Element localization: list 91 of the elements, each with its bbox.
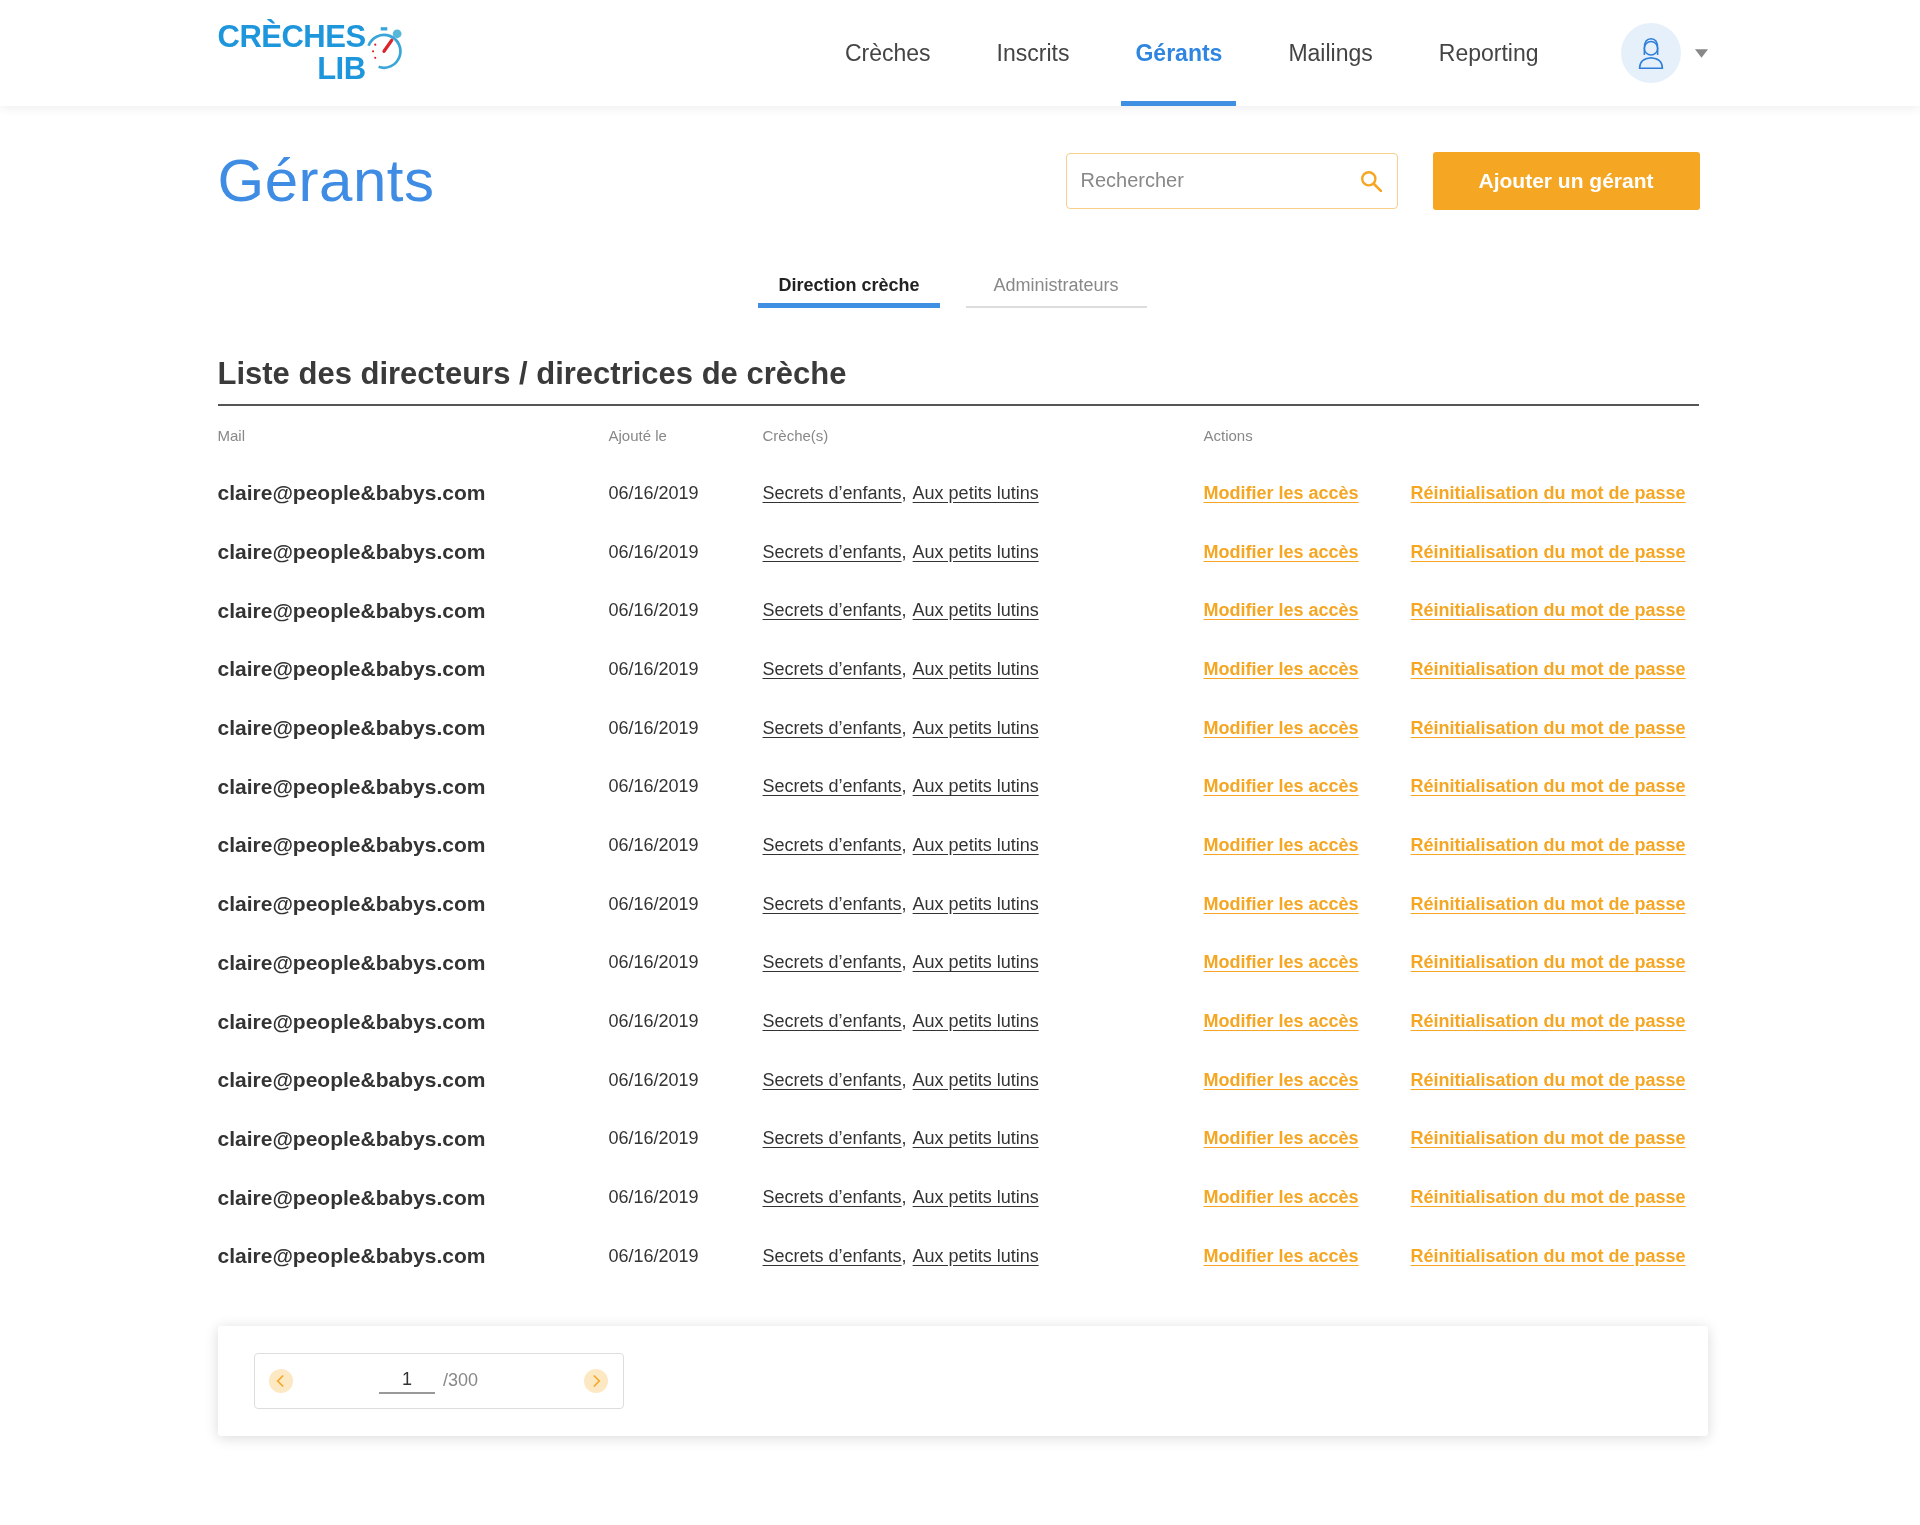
email-cell-text: claire@people&babys.com: [217, 892, 487, 917]
date-cell-text: 06/16/2019: [608, 1011, 700, 1033]
tab[interactable]: Direction crèche: [758, 271, 940, 308]
creche-link[interactable]: Secrets d’enfants: [762, 658, 902, 679]
nav-link[interactable]: Crèches: [830, 0, 945, 106]
separator-text: ,: [901, 717, 907, 738]
date-cell-text: 06/16/2019: [608, 1187, 700, 1209]
creche-link[interactable]: Secrets d’enfants: [762, 541, 902, 562]
tab[interactable]: Administrateurs: [965, 271, 1147, 308]
search-field[interactable]: Rechercher: [1065, 152, 1398, 209]
email-cell-text: claire@people&babys.com: [217, 950, 487, 975]
date-cell-text: 06/16/2019: [608, 482, 700, 504]
date-cell-text: 06/16/2019: [608, 1245, 700, 1267]
column-header: Crèche(s): [762, 426, 830, 444]
email-cell-text: claire@people&babys.com: [217, 598, 487, 623]
nav-link[interactable]: Reporting: [1424, 0, 1553, 106]
creche-link[interactable]: Secrets d’enfants: [762, 1011, 902, 1032]
creche-link[interactable]: Secrets d’enfants: [762, 1245, 902, 1266]
creche-link[interactable]: Secrets d’enfants: [762, 834, 902, 855]
creche-link[interactable]: Aux petits lutins: [912, 541, 1039, 562]
date-cell-text: 06/16/2019: [608, 952, 700, 974]
nav-link[interactable]: Mailings: [1274, 0, 1387, 106]
separator-text: ,: [901, 541, 907, 562]
nav-link[interactable]: Inscrits: [982, 0, 1084, 106]
page-total: /300: [442, 1370, 478, 1392]
separator-text: ,: [901, 1069, 907, 1090]
date-cell-text: 06/16/2019: [608, 1128, 700, 1150]
date-cell-text: 06/16/2019: [608, 893, 700, 915]
creche-link[interactable]: Aux petits lutins: [912, 600, 1039, 621]
email-cell-text: claire@people&babys.com: [217, 657, 487, 682]
separator-text: ,: [901, 482, 907, 503]
nav-link[interactable]: Gérants: [1121, 0, 1237, 106]
email-cell-text: claire@people&babys.com: [217, 481, 487, 506]
separator-text: ,: [901, 658, 907, 679]
creche-link[interactable]: Aux petits lutins: [912, 1069, 1039, 1090]
section-title: Liste des directeurs / directrices de crèche: [217, 356, 1699, 406]
creche-link[interactable]: Secrets d’enfants: [762, 600, 902, 621]
email-cell-text: claire@people&babys.com: [217, 716, 487, 741]
column-header: Ajouté le: [608, 426, 668, 444]
date-cell-text: 06/16/2019: [608, 600, 700, 622]
creche-link[interactable]: Aux petits lutins: [912, 1011, 1039, 1032]
email-cell-text: claire@people&babys.com: [217, 1068, 487, 1093]
creche-link[interactable]: Aux petits lutins: [912, 658, 1039, 679]
creche-link[interactable]: Secrets d’enfants: [762, 717, 902, 738]
email-cell-text: claire@people&babys.com: [217, 1185, 487, 1210]
date-cell-text: 06/16/2019: [608, 658, 700, 680]
separator-text: ,: [901, 1245, 907, 1266]
creche-link[interactable]: Aux petits lutins: [912, 952, 1039, 973]
creche-link[interactable]: Secrets d’enfants: [762, 776, 902, 797]
creche-link[interactable]: Secrets d’enfants: [762, 482, 902, 503]
next-page-icon[interactable]: [584, 1368, 609, 1393]
separator-text: ,: [901, 834, 907, 855]
creche-link[interactable]: Aux petits lutins: [912, 1245, 1039, 1266]
separator-text: ,: [901, 1187, 907, 1208]
page-title: Gérants: [217, 146, 435, 215]
date-cell-text: 06/16/2019: [608, 541, 700, 563]
date-cell-text: 06/16/2019: [608, 776, 700, 798]
creche-link[interactable]: Aux petits lutins: [912, 482, 1039, 503]
creche-link[interactable]: Secrets d’enfants: [762, 1069, 902, 1090]
email-cell-text: claire@people&babys.com: [217, 1009, 487, 1034]
email-cell-text: claire@people&babys.com: [217, 1244, 487, 1269]
email-cell-text: claire@people&babys.com: [217, 540, 487, 565]
date-cell-text: 06/16/2019: [608, 834, 700, 856]
creche-link[interactable]: Aux petits lutins: [912, 893, 1039, 914]
previous-page-icon[interactable]: [268, 1368, 293, 1393]
caret-icon[interactable]: [1694, 48, 1708, 58]
separator-text: ,: [901, 1128, 907, 1149]
logo-text: CRÈCHES: [217, 21, 366, 53]
column-header: Actions: [1203, 426, 1254, 444]
separator-text: ,: [901, 952, 907, 973]
creche-link[interactable]: Aux petits lutins: [912, 1187, 1039, 1208]
creche-link[interactable]: Secrets d’enfants: [762, 952, 902, 973]
search-icon[interactable]: [1359, 169, 1382, 192]
creche-link[interactable]: Aux petits lutins: [912, 1128, 1039, 1149]
creche-link[interactable]: Aux petits lutins: [912, 717, 1039, 738]
separator-text: ,: [901, 1011, 907, 1032]
separator-text: ,: [901, 600, 907, 621]
creche-link[interactable]: Aux petits lutins: [912, 776, 1039, 797]
email-cell-text: claire@people&babys.com: [217, 774, 487, 799]
column-header: Mail: [217, 426, 246, 444]
creche-link[interactable]: Secrets d’enfants: [762, 893, 902, 914]
separator-text: ,: [901, 776, 907, 797]
separator-text: ,: [901, 893, 907, 914]
date-cell-text: 06/16/2019: [608, 1069, 700, 1091]
creche-link[interactable]: Secrets d’enfants: [762, 1128, 902, 1149]
creche-link[interactable]: Secrets d’enfants: [762, 1187, 902, 1208]
logo-text: LIB: [317, 53, 366, 85]
creche-link[interactable]: Aux petits lutins: [912, 834, 1039, 855]
date-cell-text: 06/16/2019: [608, 717, 700, 739]
email-cell-text: claire@people&babys.com: [217, 1126, 487, 1151]
email-cell-text: claire@people&babys.com: [217, 833, 487, 858]
